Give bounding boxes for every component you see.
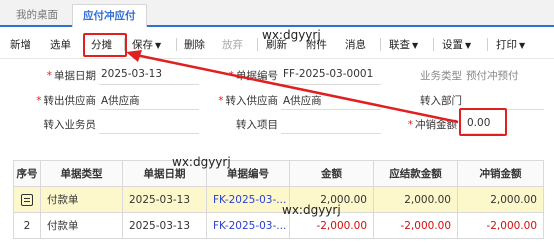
settings-button[interactable]: 设置 ▼ — [442, 36, 471, 54]
watermark-text: wx:dgyyrj — [172, 155, 231, 169]
in-salesman-label: 转入业务员 — [43, 119, 97, 131]
col-header-seq[interactable]: 序号 — [13, 160, 41, 187]
doc-date-label: * 单据日期 — [46, 70, 96, 82]
delete-button[interactable]: 删除 — [184, 36, 205, 54]
detail-table: 序号 单据类型 单据日期 单据编号 金额 应结款金额 冲销金额 付款单 2025… — [13, 160, 544, 239]
in-salesman-underline — [99, 133, 199, 134]
allocate-highlight-box — [83, 33, 127, 57]
tab-my-desktop[interactable]: 我的桌面 — [6, 4, 68, 27]
table-header-row: 序号 单据类型 单据日期 单据编号 金额 应结款金额 冲销金额 — [13, 160, 544, 187]
out-supplier-label: * 转出供应商 — [36, 95, 96, 107]
cell-seq: 2 — [13, 212, 41, 239]
cell-doc-no-link[interactable]: FK-2025-03-... — [206, 212, 290, 239]
col-header-offset[interactable]: 冲销金额 — [457, 160, 544, 187]
col-header-type[interactable]: 单据类型 — [40, 160, 123, 187]
header-form: * 单据日期 2025-03-13 * 单据编号 FF-2025-03-0001 业… — [0, 60, 554, 152]
out-supplier-field[interactable]: A供应商 — [101, 93, 140, 108]
out-supplier-underline — [99, 109, 199, 110]
discard-button[interactable]: 放弃 — [222, 36, 243, 54]
toolbar-divider — [380, 38, 381, 51]
tab-bar: 我的桌面 应付冲应付 — [0, 0, 554, 27]
biz-type-field: 预付冲预付 — [466, 70, 519, 82]
select-source-button[interactable]: 选单 — [50, 36, 71, 54]
tab-ap-offset[interactable]: 应付冲应付 — [72, 4, 147, 27]
col-header-amount[interactable]: 金额 — [289, 160, 374, 187]
chevron-down-icon: ▼ — [155, 41, 162, 50]
doc-no-field[interactable]: FF-2025-03-0001 — [283, 68, 373, 80]
save-button[interactable]: 保存 ▼ — [132, 36, 161, 54]
table-row[interactable]: 2 付款单 2025-03-13 FK-2025-03-... -2,000.0… — [13, 212, 544, 239]
watermark-text: wx:dgyyrj — [262, 28, 321, 42]
toolbar-divider — [257, 38, 258, 51]
in-supplier-field[interactable]: A供应商 — [283, 93, 322, 108]
offset-amount-highlight-box — [459, 108, 507, 136]
watermark-text: wx:dgyyrj — [282, 203, 341, 217]
cell-type[interactable]: 付款单 — [40, 186, 123, 213]
doc-date-underline — [99, 84, 199, 85]
query-label: 联查 — [389, 39, 410, 51]
print-button[interactable]: 打印 ▼ — [496, 36, 525, 54]
doc-date-field[interactable]: 2025-03-13 — [101, 68, 162, 80]
query-button[interactable]: 联查 ▼ — [389, 36, 418, 54]
toolbar-divider — [433, 38, 434, 51]
settings-label: 设置 — [442, 39, 463, 51]
col-header-due[interactable]: 应结款金额 — [373, 160, 458, 187]
save-label: 保存 — [132, 39, 153, 51]
toolbar-divider — [487, 38, 488, 51]
biz-type-label: 业务类型 — [420, 70, 462, 82]
in-project-underline — [281, 133, 381, 134]
chevron-down-icon: ▼ — [412, 41, 419, 50]
doc-no-label: * 单据编号 — [228, 70, 278, 82]
cell-due[interactable]: -2,000.00 — [373, 212, 458, 239]
in-dept-label: 转入部门 — [420, 95, 462, 107]
add-button[interactable]: 新增 — [10, 36, 31, 54]
cell-date[interactable]: 2025-03-13 — [122, 186, 207, 213]
in-project-label: 转入项目 — [236, 119, 278, 131]
chevron-down-icon: ▼ — [465, 41, 472, 50]
row-menu-icon[interactable] — [13, 186, 41, 213]
table-row[interactable]: 付款单 2025-03-13 FK-2025-03-... 2,000.00 2… — [13, 186, 544, 213]
cell-date[interactable]: 2025-03-13 — [122, 212, 207, 239]
cell-type[interactable]: 付款单 — [40, 212, 123, 239]
in-supplier-underline — [281, 109, 381, 110]
cell-offset[interactable]: 2,000.00 — [457, 186, 544, 213]
detail-grid: 序号 单据类型 单据日期 单据编号 金额 应结款金额 冲销金额 付款单 2025… — [13, 160, 554, 244]
message-button[interactable]: 消息 — [345, 36, 366, 54]
cell-due[interactable]: 2,000.00 — [373, 186, 458, 213]
doc-no-underline — [281, 84, 381, 85]
offset-amount-label: * 冲销金额 — [407, 119, 457, 131]
toolbar-divider — [176, 38, 177, 51]
row-menu-icon-glyph — [21, 193, 33, 206]
in-supplier-label: * 转入供应商 — [218, 95, 278, 107]
cell-doc-no-link[interactable]: FK-2025-03-... — [206, 186, 290, 213]
print-label: 打印 — [496, 39, 517, 51]
chevron-down-icon: ▼ — [519, 41, 526, 50]
cell-offset[interactable]: -2,000.00 — [457, 212, 544, 239]
